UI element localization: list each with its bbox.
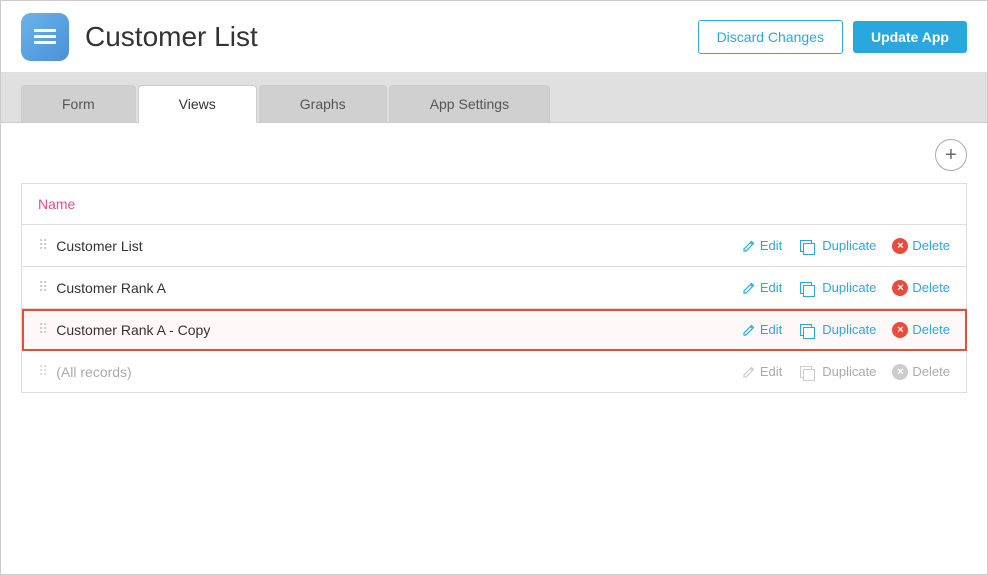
page-title: Customer List (85, 21, 698, 53)
edit-icon-dimmed (742, 365, 756, 379)
duplicate-icon (798, 322, 814, 338)
tab-app-settings[interactable]: App Settings (389, 85, 550, 122)
tab-form[interactable]: Form (21, 85, 136, 122)
add-button-container: + (21, 139, 967, 171)
row-actions-cell: Edit Duplicate × Delete (456, 309, 967, 351)
duplicate-button-row2[interactable]: Duplicate (798, 280, 876, 296)
row-actions-cell: Edit Duplicate × Delete (456, 351, 967, 393)
row-name-cell: ⠿ Customer List (22, 225, 456, 267)
edit-button-row1[interactable]: Edit (742, 238, 782, 253)
delete-icon: × (892, 238, 908, 254)
add-view-button[interactable]: + (935, 139, 967, 171)
row-actions-cell: Edit Duplicate × Delete (456, 267, 967, 309)
header-actions: Discard Changes Update App (698, 20, 967, 54)
app-icon (21, 13, 69, 61)
main-content: + Name ⠿ Customer List (1, 123, 987, 574)
duplicate-icon (798, 238, 814, 254)
tab-graphs[interactable]: Graphs (259, 85, 387, 122)
delete-icon: × (892, 322, 908, 338)
row-actions-cell: Edit Duplicate × Delete (456, 225, 967, 267)
discard-changes-button[interactable]: Discard Changes (698, 20, 843, 54)
duplicate-button-row3[interactable]: Duplicate (798, 322, 876, 338)
duplicate-icon-dimmed (798, 364, 814, 380)
delete-icon: × (892, 280, 908, 296)
table-row-highlighted: ⠿ Customer Rank A - Copy Edit (22, 309, 967, 351)
row-name-label: Customer List (56, 238, 142, 254)
delete-button-row3[interactable]: × Delete (892, 322, 950, 338)
drag-handle-icon[interactable]: ⠿ (38, 279, 48, 296)
row-name-cell: ⠿ (All records) (22, 351, 456, 393)
tabs-bar: Form Views Graphs App Settings (1, 73, 987, 123)
drag-handle-icon[interactable]: ⠿ (38, 237, 48, 254)
row-name-cell: ⠿ Customer Rank A - Copy (22, 309, 456, 351)
table-row: ⠿ Customer List Edit (22, 225, 967, 267)
duplicate-button-row1[interactable]: Duplicate (798, 238, 876, 254)
edit-button-row4: Edit (742, 364, 782, 379)
drag-handle-icon: ⠿ (38, 363, 48, 380)
duplicate-button-row4: Duplicate (798, 364, 876, 380)
views-table: Name ⠿ Customer List (21, 183, 967, 393)
column-name-header: Name (22, 184, 456, 225)
tab-views[interactable]: Views (138, 85, 257, 123)
app-container: Customer List Discard Changes Update App… (0, 0, 988, 575)
edit-icon (742, 323, 756, 337)
delete-button-row1[interactable]: × Delete (892, 238, 950, 254)
delete-icon-dimmed: × (892, 364, 908, 380)
column-actions-header (456, 184, 967, 225)
table-row: ⠿ Customer Rank A Edit (22, 267, 967, 309)
delete-button-row4: × Delete (892, 364, 950, 380)
delete-button-row2[interactable]: × Delete (892, 280, 950, 296)
header: Customer List Discard Changes Update App (1, 1, 987, 73)
row-name-label: Customer Rank A - Copy (56, 322, 210, 338)
edit-button-row3[interactable]: Edit (742, 322, 782, 337)
update-app-button[interactable]: Update App (853, 21, 967, 53)
edit-icon (742, 281, 756, 295)
row-name-label: Customer Rank A (56, 280, 166, 296)
row-name-cell: ⠿ Customer Rank A (22, 267, 456, 309)
drag-handle-icon[interactable]: ⠿ (38, 321, 48, 338)
row-name-label: (All records) (56, 364, 131, 380)
duplicate-icon (798, 280, 814, 296)
edit-icon (742, 239, 756, 253)
edit-button-row2[interactable]: Edit (742, 280, 782, 295)
table-row-dimmed: ⠿ (All records) Edit (22, 351, 967, 393)
